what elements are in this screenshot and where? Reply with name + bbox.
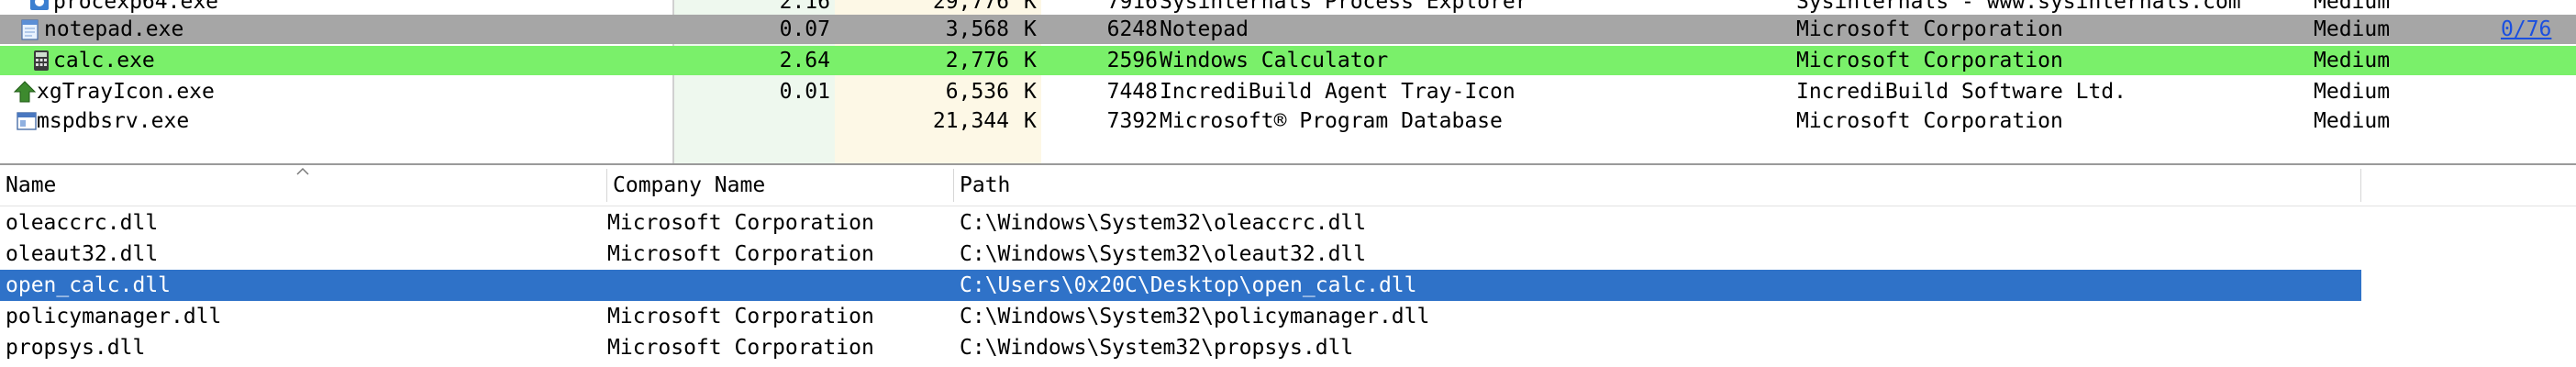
dll-company: Microsoft Corporation: [607, 242, 874, 266]
sort-ascending-icon: [296, 167, 309, 175]
dll-row[interactable]: oleaut32.dll Microsoft Corporation C:\Wind…: [0, 239, 2361, 270]
column-header-path[interactable]: Path: [954, 171, 2363, 200]
company-name: Microsoft Corporation: [1796, 49, 2063, 72]
column-header-path-label: Path: [960, 173, 1011, 197]
private-bytes-unit: K: [1024, 49, 1037, 72]
dll-row[interactable]: oleaccrc.dll Microsoft Corporation C:\Wind…: [0, 207, 2361, 239]
dll-path: C:\Windows\System32\oleaccrc.dll: [960, 211, 1367, 235]
process-row[interactable]: calc.exe 2.64 2,776 K 2596 Windows Calculator…: [0, 46, 2576, 75]
private-bytes-unit: K: [1024, 17, 1037, 41]
dll-path: C:\Windows\System32\oleaut32.dll: [960, 242, 1367, 266]
dll-company: Microsoft Corporation: [607, 336, 874, 360]
dll-list-pane: Name Company Name Path oleaccrc.dll Micro…: [0, 165, 2576, 367]
cpu-usage: 0.01: [779, 80, 830, 104]
process-id: 7392: [1106, 109, 1158, 133]
dll-name: oleaccrc.dll: [6, 211, 159, 235]
company-name: Microsoft Corporation: [1796, 109, 2063, 133]
dll-row[interactable]: propsys.dll Microsoft Corporation C:\Windo…: [0, 332, 2361, 363]
company-name: IncrediBuild Software Ltd.: [1796, 80, 2127, 104]
dll-name: oleaut32.dll: [6, 242, 159, 266]
company-name: Microsoft Corporation: [1796, 17, 2063, 41]
integrity-level: Medium: [2314, 49, 2391, 72]
process-id: 7448: [1106, 80, 1158, 104]
dll-name: propsys.dll: [6, 336, 146, 360]
dll-company: Microsoft Corporation: [607, 305, 874, 328]
integrity-level: Medium: [2314, 80, 2391, 104]
virustotal-result[interactable]: 0/76: [2501, 15, 2551, 44]
process-row[interactable]: mspdbsrv.exe 21,344 K 7392 Microsoft® Progra…: [0, 106, 2576, 136]
process-row[interactable]: notepad.exe 0.07 3,568 K 6248 Notepad Microsof…: [0, 15, 2576, 44]
private-bytes: 2,776: [945, 49, 1009, 72]
dll-name: open_calc.dll: [6, 273, 172, 297]
incredibuild-icon: [13, 80, 37, 104]
process-name: notepad.exe: [44, 17, 184, 41]
cpu-usage: 0.07: [779, 17, 830, 41]
integrity-level: Medium: [2314, 109, 2391, 133]
private-bytes: 21,344: [932, 109, 1009, 133]
process-name: xgTrayIcon.exe: [37, 80, 215, 104]
private-bytes: 6,536: [945, 80, 1009, 104]
process-id: 2596: [1106, 49, 1158, 72]
dll-row[interactable]: policymanager.dll Microsoft Corporation C:…: [0, 301, 2361, 332]
process-description: IncrediBuild Agent Tray-Icon: [1160, 80, 1516, 104]
private-bytes-unit: K: [1024, 80, 1037, 104]
process-description: Microsoft® Program Database: [1160, 109, 1503, 133]
process-description: Windows Calculator: [1160, 49, 1389, 72]
dll-list-header: Name Company Name Path: [0, 165, 2576, 206]
column-header-company[interactable]: Company Name: [607, 171, 952, 200]
cpu-usage: 2.64: [779, 49, 830, 72]
process-name: mspdbsrv.exe: [37, 109, 190, 133]
dll-path: C:\Windows\System32\policymanager.dll: [960, 305, 1430, 328]
integrity-level: Medium: [2314, 17, 2391, 41]
column-divider[interactable]: [2360, 169, 2361, 202]
dll-path: C:\Users\0x20C\Desktop\open_calc.dll: [960, 273, 1417, 297]
dll-name: policymanager.dll: [6, 305, 222, 328]
procexp-icon: [28, 0, 51, 14]
application-icon: [15, 109, 39, 133]
notepad-icon: [18, 17, 42, 41]
dll-path: C:\Windows\System32\propsys.dll: [960, 336, 1354, 360]
cpu-usage: [674, 106, 830, 136]
column-header-name-label: Name: [6, 173, 57, 197]
calculator-icon: [29, 49, 53, 72]
private-bytes-unit: K: [1024, 109, 1037, 133]
private-bytes: 3,568: [945, 17, 1009, 41]
process-description: Notepad: [1160, 17, 1249, 41]
process-row[interactable]: xgTrayIcon.exe 0.01 6,536 K 7448 IncrediBuild…: [0, 77, 2576, 106]
dll-company: Microsoft Corporation: [607, 211, 874, 235]
process-name: calc.exe: [53, 49, 155, 72]
process-id: 6248: [1106, 17, 1158, 41]
dll-row-selected[interactable]: open_calc.dll C:\Users\0x20C\Desktop\open…: [0, 270, 2361, 301]
process-tree-pane: procexp64.exe 2.16 29,776 K 7916 Sysinternals…: [0, 0, 2576, 163]
column-header-company-label: Company Name: [613, 173, 766, 197]
